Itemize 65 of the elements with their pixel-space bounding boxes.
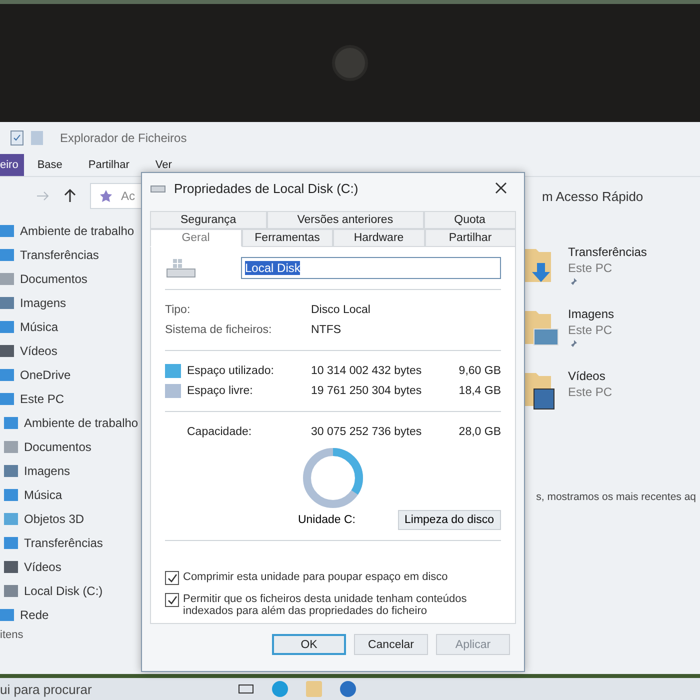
dialog-button[interactable]: Cancelar (354, 634, 428, 655)
sidebar-item[interactable]: Este PC (0, 387, 140, 411)
sidebar-item[interactable]: Documentos (0, 267, 140, 291)
dialog-tab[interactable]: Hardware (333, 229, 424, 247)
size-value: 28,0 GB (458, 426, 501, 438)
dialog-tab[interactable]: Geral (150, 229, 242, 247)
sidebar-item[interactable]: Ambiente de trabalho (0, 411, 140, 435)
sidebar-item[interactable]: Transferências (0, 531, 140, 555)
dialog-tab[interactable]: Segurança (150, 211, 267, 229)
window-title: Explorador de Ficheiros (60, 131, 187, 145)
option-label: Permitir que os ficheiros desta unidade tenham conteúdos indexados para além das propriedades do ficheiro (183, 593, 468, 617)
property-label: Espaço utilizado: (187, 365, 274, 377)
dialog-tab[interactable]: Ferramentas (242, 229, 333, 247)
sidebar-item[interactable]: Transferências (0, 243, 140, 267)
ribbon-tab[interactable]: Ver (142, 154, 185, 176)
byte-count: 10 314 002 432 bytes (311, 365, 423, 377)
property-label: Sistema de ficheiros: (165, 324, 273, 336)
property-label: Tipo: (165, 304, 192, 316)
folder-tile[interactable]: Imagens Este PC (520, 307, 690, 349)
checkbox[interactable] (165, 571, 179, 585)
byte-count: 19 761 250 304 bytes (311, 385, 423, 397)
property-value: Disco Local (311, 304, 372, 316)
sidebar-item[interactable]: Objetos 3D (0, 507, 140, 531)
sidebar-item[interactable]: Música (0, 315, 140, 339)
info-text: s, mostramos os mais recentes aq (536, 491, 696, 503)
sidebar-item[interactable]: Vídeos (0, 555, 140, 579)
search-field[interactable]: ui para procurar (0, 680, 220, 698)
dialog-title: Propriedades de Local Disk (C:) (174, 180, 360, 196)
sidebar-item[interactable]: Vídeos (0, 339, 140, 363)
ribbon-tab[interactable]: Base (24, 154, 76, 176)
status-text: itens (0, 629, 24, 641)
dialog-tab[interactable]: Versões anteriores (266, 211, 424, 229)
folder-tile[interactable]: Vídeos Este PC (520, 369, 690, 411)
star-icon (99, 189, 113, 203)
sidebar-item[interactable]: Imagens (0, 291, 140, 315)
size-value: 18,4 GB (458, 385, 501, 397)
dialog-tab[interactable]: Quota (424, 211, 516, 229)
sidebar-item[interactable]: Música (0, 483, 140, 507)
task-view-icon[interactable] (238, 683, 254, 695)
option-label: Comprimir esta unidade para poupar espaço em disco (183, 571, 448, 583)
size-value: 9,60 GB (458, 365, 501, 377)
ribbon-tab[interactable]: eiro (0, 154, 24, 176)
sidebar-item[interactable]: Ambiente de trabalho (0, 219, 140, 243)
sidebar-item[interactable]: Local Disk (C:) (0, 579, 140, 603)
drive-icon (150, 183, 166, 193)
byte-count: 30 075 252 736 bytes (311, 426, 423, 438)
drive-icon (165, 257, 197, 279)
sidebar-item[interactable]: Rede (0, 603, 140, 627)
close-icon (495, 182, 507, 194)
drive-label: Unidade C: (298, 514, 356, 526)
checkbox[interactable] (165, 593, 179, 607)
dialog-tab[interactable]: Partilhar (424, 229, 516, 247)
ok-button[interactable]: OK (272, 634, 346, 655)
ribbon-tab[interactable]: Partilhar (75, 154, 142, 176)
drive-name-field[interactable]: Local Disk (241, 257, 501, 279)
sidebar-item[interactable]: Imagens (0, 459, 140, 483)
disk-cleanup-button[interactable]: Limpeza do disco (398, 510, 501, 530)
webcam-icon (332, 45, 368, 81)
property-label: Espaço livre: (187, 385, 253, 397)
sidebar-item[interactable]: OneDrive (0, 363, 140, 387)
up-arrow-icon[interactable] (64, 189, 76, 203)
sidebar-item[interactable]: Documentos (0, 435, 140, 459)
property-label: Capacidade: (186, 426, 253, 438)
breadcrumb-text: m Acesso Rápido (542, 188, 644, 204)
property-value: NTFS (311, 324, 342, 336)
